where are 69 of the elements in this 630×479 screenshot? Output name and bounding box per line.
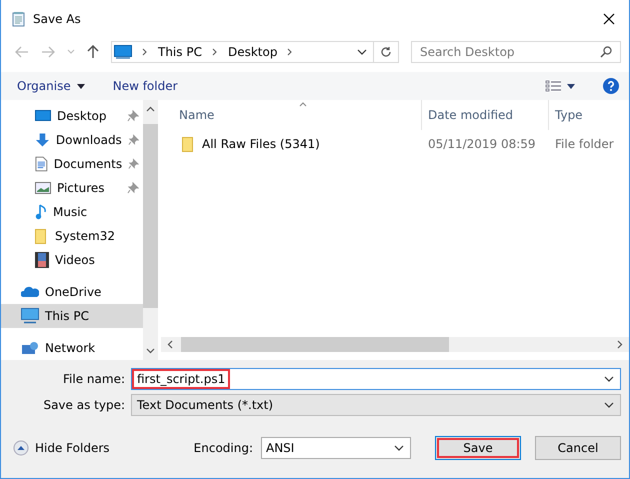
chevron-down-icon[interactable]	[357, 49, 367, 55]
dialog-button[interactable]: Save	[435, 436, 521, 460]
nav-item[interactable]: Music	[1, 200, 143, 224]
help-icon[interactable]	[603, 78, 619, 94]
up-arrow-icon[interactable]	[87, 45, 99, 59]
monitor-icon	[114, 45, 132, 59]
document-icon	[35, 156, 48, 172]
chevron-right-icon	[212, 48, 218, 56]
nav-item[interactable]: Network	[1, 336, 143, 360]
chevron-down-icon[interactable]	[604, 376, 614, 382]
search-field[interactable]: Search Desktop	[411, 41, 621, 63]
nav-item[interactable]: This PC	[1, 304, 143, 328]
file-type: File folder	[554, 137, 615, 151]
hide-folders-button[interactable]: Hide Folders	[9, 440, 114, 456]
nav-item[interactable]: Videos	[1, 248, 143, 272]
film-strip-icon	[35, 252, 49, 268]
encoding-dropdown[interactable]: ANSI	[261, 437, 411, 459]
organise-button[interactable]: Organise	[13, 77, 89, 95]
nav-item[interactable]: Documents	[1, 152, 143, 176]
nav-item[interactable]: Downloads	[1, 128, 143, 152]
folder-icon	[35, 228, 49, 244]
column-header[interactable]: Type	[548, 100, 629, 130]
field-label: File name:	[62, 372, 126, 386]
nav-item[interactable]: System32	[1, 224, 143, 248]
nav-item[interactable]: Pictures	[1, 176, 143, 200]
music-note-icon	[35, 204, 47, 220]
collapse-up-icon	[13, 440, 29, 456]
desktop-icon	[35, 109, 51, 123]
notepad-icon	[11, 11, 27, 27]
chevron-left-icon[interactable]	[167, 340, 173, 349]
refresh-icon[interactable]	[380, 46, 392, 58]
chevron-right-icon	[287, 48, 294, 56]
sort-caret-icon	[299, 102, 307, 107]
scrollbar[interactable]	[143, 100, 158, 360]
chevron-down-icon	[604, 402, 614, 408]
field-label: Save as type:	[42, 398, 126, 412]
address-bar[interactable]: This PC Desktop	[111, 41, 399, 63]
new-folder-button[interactable]: New folder	[108, 77, 182, 95]
close-icon[interactable]	[603, 13, 615, 25]
chevron-down-icon[interactable]	[146, 348, 155, 354]
window-title: Save As	[33, 12, 81, 26]
view-options-icon[interactable]	[545, 80, 575, 92]
folder-icon	[182, 136, 196, 152]
chevron-right-icon	[142, 48, 148, 56]
cloud-icon	[21, 286, 39, 298]
nav-item[interactable]: OneDrive	[1, 280, 143, 304]
breadcrumb[interactable]: This PC	[158, 45, 202, 59]
chevron-down-icon	[394, 445, 404, 451]
date-modified: 05/11/2019 08:59	[427, 137, 537, 151]
column-header[interactable]: Name	[161, 100, 421, 130]
column-header[interactable]: Date modified	[421, 100, 548, 130]
download-arrow-icon	[35, 132, 50, 148]
file-type-dropdown[interactable]: Text Documents (*.txt)	[131, 394, 621, 416]
chevron-up-icon[interactable]	[146, 106, 155, 112]
network-icon	[21, 341, 39, 355]
file-name: All Raw Files (5341)	[202, 137, 320, 151]
search-icon	[600, 46, 612, 58]
dialog-button[interactable]: Cancel	[535, 436, 621, 460]
file-row[interactable]: All Raw Files (5341) 05/11/2019 08:59 File folder	[161, 130, 629, 158]
file-name-value: first_script.ps1	[134, 371, 228, 387]
picture-icon	[35, 181, 51, 195]
monitor-icon	[21, 308, 39, 324]
caret-icon	[76, 84, 85, 88]
chevron-right-icon[interactable]	[617, 340, 623, 349]
breadcrumb[interactable]: Desktop	[228, 45, 278, 59]
scrollbar[interactable]	[161, 337, 629, 352]
file-name-field[interactable]: first_script.ps1	[131, 368, 621, 390]
nav-item[interactable]: Desktop	[1, 104, 143, 128]
field-label: Encoding:	[194, 441, 253, 455]
